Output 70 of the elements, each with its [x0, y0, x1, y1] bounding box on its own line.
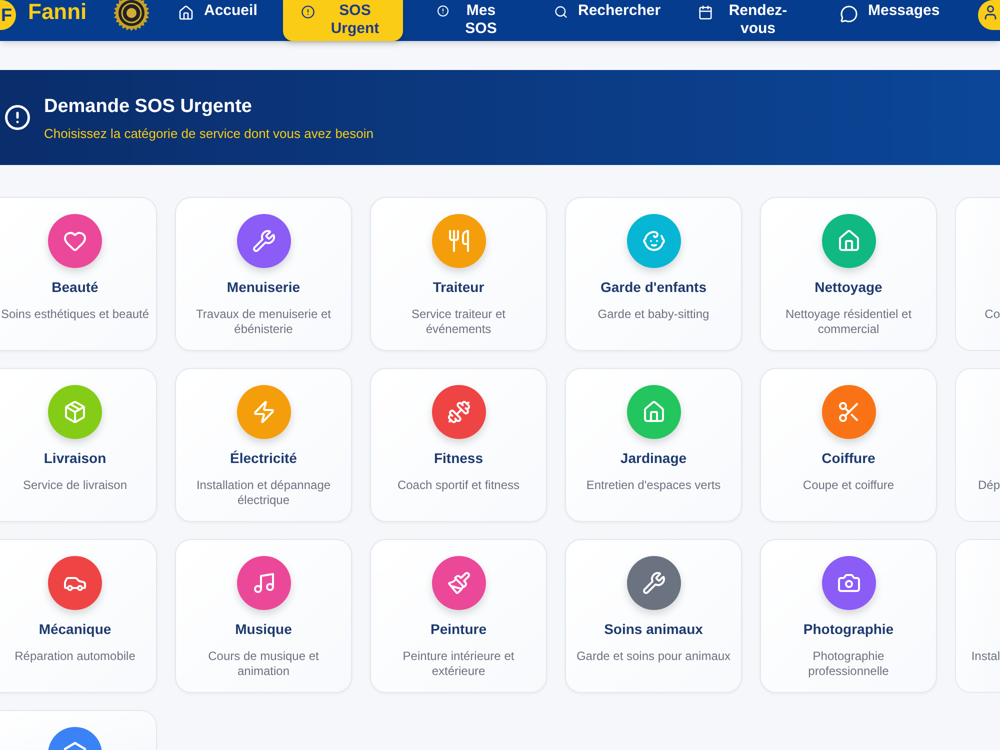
category-card[interactable]: Électricité Installation et dépannage électrique — [175, 368, 352, 522]
category-title: Électricité — [230, 449, 297, 468]
category-card[interactable]: Garde d'enfants Garde et baby-sitting — [565, 197, 742, 351]
category-description: Coach sportif et fitness — [396, 478, 521, 493]
category-description: Coupe et coiffure — [802, 478, 896, 493]
category-card[interactable]: Soins animaux Garde et soins pour animaux — [565, 539, 742, 693]
category-card[interactable] — [0, 710, 157, 750]
category-title: Nettoyage — [814, 278, 882, 297]
category-title: Menuiserie — [226, 278, 300, 297]
category-title: Musique — [235, 620, 292, 639]
category-card[interactable]: Beauté Soins esthétiques et beauté — [0, 197, 157, 351]
category-card[interactable]: Photographie Photographie professionnelle — [760, 539, 937, 693]
nav-link[interactable]: Rendez-vous — [698, 0, 793, 38]
category-description: Garde et baby-sitting — [596, 307, 710, 322]
category-title: Photographie — [803, 620, 894, 639]
category-card[interactable]: Dép — [955, 368, 1000, 522]
category-description: Installation et dépannage électrique — [195, 478, 332, 508]
category-description: Service de livraison — [22, 478, 128, 493]
avatar-icon[interactable] — [978, 0, 1000, 30]
category-description: Soins esthétiques et beauté — [0, 307, 150, 322]
banner-title: Demande SOS Urgente — [44, 95, 253, 119]
category-card[interactable]: Fitness Coach sportif et fitness — [370, 368, 547, 522]
search-icon — [554, 5, 568, 19]
category-card[interactable]: Peinture Peinture intérieure et extérieure — [370, 539, 547, 693]
category-description: Garde et soins pour animaux — [575, 649, 732, 664]
category-title: Coiffure — [822, 449, 876, 468]
nav-link[interactable]: Mes SOS — [437, 0, 503, 38]
category-card[interactable]: Instal — [955, 539, 1000, 693]
category-card[interactable]: Traiteur Service traiteur et événements — [370, 197, 547, 351]
category-title: Garde d'enfants — [600, 278, 707, 297]
category-card[interactable]: Co — [955, 197, 1000, 351]
category-card[interactable]: Jardinage Entretien d'espaces verts — [565, 368, 742, 522]
nav-link[interactable]: Accueil — [178, 0, 258, 38]
category-description: Réparation automobile — [14, 649, 136, 664]
category-description: Dép — [978, 478, 1000, 493]
category-title: Mécanique — [38, 620, 112, 639]
nav-link[interactable]: Rechercher — [554, 0, 661, 38]
category-description: Photographie professionnelle — [807, 649, 890, 679]
category-card[interactable]: Musique Cours de musique et animation — [175, 539, 352, 693]
category-title: Livraison — [44, 449, 106, 468]
category-card[interactable]: Coiffure Coupe et coiffure — [760, 368, 937, 522]
category-card[interactable]: Mécanique Réparation automobile — [0, 539, 157, 693]
category-description: Service traiteur et événements — [410, 307, 507, 337]
category-description: Travaux de menuiserie et ébénisterie — [195, 307, 332, 337]
category-title: Peinture — [430, 620, 486, 639]
alert-icon — [301, 5, 315, 19]
nav-link[interactable]: SOS Urgent — [283, 0, 403, 41]
category-title: Jardinage — [620, 449, 687, 468]
alert-icon — [437, 5, 449, 17]
chat-bubble-icon — [840, 5, 858, 23]
category-title: Soins animaux — [604, 620, 703, 639]
category-description: Entretien d'espaces verts — [585, 478, 722, 493]
category-card[interactable]: Menuiserie Travaux de menuiserie et ébénisterie — [175, 197, 352, 351]
category-title: Traiteur — [432, 278, 484, 297]
category-description: Nettoyage résidentiel et commercial — [784, 307, 913, 337]
nav-link[interactable]: Messages — [840, 0, 940, 38]
alert-icon — [4, 104, 31, 131]
category-card[interactable]: Livraison Service de livraison — [0, 368, 157, 522]
category-title: Fitness — [434, 449, 483, 468]
category-description: Peinture intérieure et extérieure — [402, 649, 516, 679]
calendar-icon — [698, 5, 713, 20]
category-description: Cours de musique et animation — [207, 649, 320, 679]
logo-mark[interactable]: F — [0, 0, 16, 30]
home-icon — [178, 5, 194, 21]
category-description: Instal — [971, 649, 1000, 664]
category-title: Beauté — [52, 278, 98, 297]
category-card[interactable]: Nettoyage Nettoyage résidentiel et commercial — [760, 197, 937, 351]
banner-subtitle: Choisissez la catégorie de service dont vous avez besoin — [44, 125, 374, 143]
brand-name[interactable]: Fanni — [28, 0, 110, 24]
category-description: Co — [984, 307, 1000, 322]
